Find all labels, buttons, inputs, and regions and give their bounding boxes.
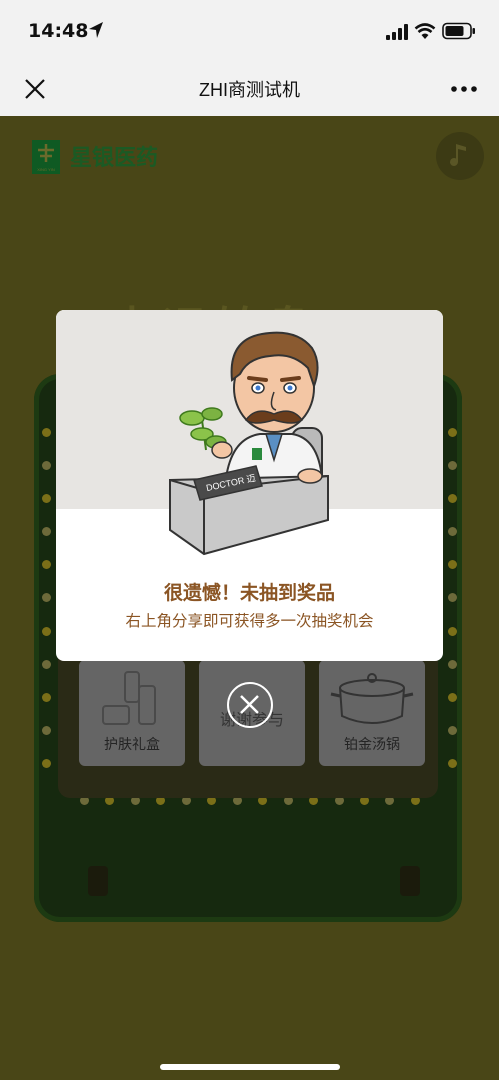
cooking-pot-icon	[330, 673, 414, 724]
battery-icon	[442, 22, 475, 40]
prize-pot[interactable]: 铂金汤锅	[319, 660, 425, 766]
nav-title: ZHI商测试机	[199, 80, 300, 100]
music-note-icon	[450, 144, 466, 166]
modal-close-button[interactable]	[227, 682, 273, 728]
wifi-icon	[414, 23, 436, 39]
location-arrow-icon	[89, 22, 103, 38]
music-button[interactable]	[436, 132, 484, 180]
status-time: 14:48	[28, 20, 89, 42]
modal-title: 很遗憾！未抽到奖品	[163, 582, 335, 604]
home-indicator[interactable]	[160, 1064, 340, 1070]
cellular-signal-icon	[386, 24, 408, 40]
brand-logo: XING YIN	[32, 140, 60, 174]
prize-label: 铂金汤锅	[344, 737, 400, 753]
machine-lights-right	[448, 428, 458, 768]
doctor-at-desk-illustration: DOCTOR 迈	[169, 331, 329, 556]
nav-bar: ZHI商测试机	[0, 62, 499, 116]
prize-label: 护肤礼盒	[104, 737, 160, 753]
prize-skincare[interactable]: 护肤礼盒	[79, 660, 185, 766]
more-icon[interactable]	[449, 79, 479, 99]
machine-leg-right	[400, 866, 420, 896]
status-bar: 14:48	[0, 0, 499, 62]
brand-logo-text: XING YIN	[37, 167, 55, 172]
machine-lights-left	[42, 428, 52, 768]
result-modal: DOCTOR 迈 很遗憾！未抽到奖品 右上角分享即可获得多一次抽奖机会	[56, 310, 443, 661]
machine-leg-left	[88, 866, 108, 896]
skincare-bottles-icon	[102, 671, 156, 725]
doctor-illustration: DOCTOR 迈	[56, 310, 443, 556]
close-icon	[240, 695, 259, 714]
modal-subtitle: 右上角分享即可获得多一次抽奖机会	[125, 612, 374, 630]
brand-name: 星银医药	[70, 146, 159, 171]
